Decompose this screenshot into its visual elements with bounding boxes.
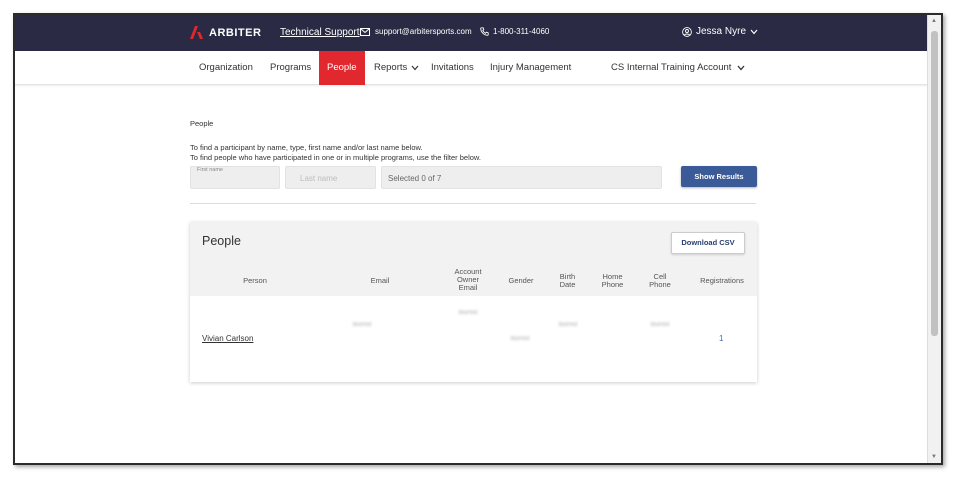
column-header-account-owner-email[interactable]: Account Owner Email bbox=[448, 268, 488, 292]
support-email[interactable]: support@arbitersports.com bbox=[360, 27, 472, 36]
registrations-link[interactable]: 1 bbox=[719, 334, 723, 343]
column-header-cell-phone[interactable]: Cell Phone bbox=[645, 273, 675, 289]
arbiter-logo[interactable]: ARBITER bbox=[190, 26, 261, 39]
column-header-gender[interactable]: Gender bbox=[501, 277, 541, 285]
show-results-button[interactable]: Show Results bbox=[681, 166, 757, 187]
program-filter-select[interactable]: Selected 0 of 7 bbox=[381, 166, 662, 189]
account-name: CS Internal Training Account bbox=[611, 62, 732, 73]
table-row: Vivian Carlson blurred blurred blurred b… bbox=[190, 296, 757, 382]
nav-programs[interactable]: Programs bbox=[270, 51, 311, 85]
email-cell: blurred bbox=[352, 322, 372, 328]
last-name-placeholder: Last name bbox=[300, 174, 338, 183]
support-phone[interactable]: 1-800-311-4060 bbox=[480, 27, 549, 36]
nav-invitations[interactable]: Invitations bbox=[431, 51, 474, 85]
section-divider bbox=[190, 203, 756, 204]
chevron-down-icon bbox=[750, 29, 758, 35]
nav-people[interactable]: People bbox=[319, 51, 365, 85]
mail-icon bbox=[360, 27, 370, 36]
nav-organization[interactable]: Organization bbox=[199, 51, 253, 85]
main-nav: Organization Programs People Reports Inv… bbox=[15, 51, 929, 85]
column-header-person[interactable]: Person bbox=[230, 277, 280, 285]
phone-icon bbox=[480, 27, 489, 36]
help-text-filter: To find people who have participated in … bbox=[190, 153, 482, 162]
user-name: Jessa Nyre bbox=[696, 26, 747, 37]
user-avatar-icon bbox=[682, 26, 692, 37]
top-bar: ARBITER Technical Support support@arbite… bbox=[15, 15, 929, 51]
people-card-title: People bbox=[202, 234, 241, 248]
gender-cell: blurred bbox=[510, 336, 530, 342]
people-card: People Download CSV Person Email Account… bbox=[190, 222, 757, 382]
column-header-email[interactable]: Email bbox=[355, 277, 405, 285]
vertical-scrollbar[interactable]: ▲ ▼ bbox=[927, 15, 941, 463]
birth-date-cell: blurred bbox=[558, 322, 578, 328]
account-owner-email-cell: blurred bbox=[458, 310, 478, 316]
help-text-name: To find a participant by name, type, fir… bbox=[190, 143, 423, 152]
cell-phone-cell: blurred bbox=[650, 322, 670, 328]
program-filter-value: Selected 0 of 7 bbox=[388, 174, 442, 183]
user-menu[interactable]: Jessa Nyre bbox=[682, 26, 758, 37]
first-name-label: First name bbox=[197, 167, 223, 173]
brand-name: ARBITER bbox=[209, 26, 262, 39]
nav-injury-management[interactable]: Injury Management bbox=[490, 51, 571, 85]
account-selector[interactable]: CS Internal Training Account bbox=[611, 51, 745, 85]
browser-frame: ARBITER Technical Support support@arbite… bbox=[13, 13, 943, 465]
column-header-birth-date[interactable]: Birth Date bbox=[555, 273, 580, 289]
nav-reports[interactable]: Reports bbox=[374, 51, 419, 85]
scrollbar-thumb[interactable] bbox=[931, 31, 938, 336]
column-header-home-phone[interactable]: Home Phone bbox=[595, 273, 630, 289]
chevron-down-icon bbox=[737, 65, 745, 71]
chevron-down-icon bbox=[411, 65, 419, 71]
last-name-field[interactable]: Last name bbox=[285, 166, 376, 189]
person-name-link[interactable]: Vivian Carlson bbox=[202, 334, 253, 343]
first-name-field[interactable]: First name bbox=[190, 166, 280, 189]
nav-reports-label: Reports bbox=[374, 62, 408, 73]
technical-support-link[interactable]: Technical Support bbox=[280, 27, 360, 38]
support-email-text: support@arbitersports.com bbox=[375, 27, 472, 36]
support-phone-text: 1-800-311-4060 bbox=[493, 27, 550, 36]
scroll-down-arrow-icon[interactable]: ▼ bbox=[931, 454, 937, 460]
arbiter-logo-icon bbox=[190, 26, 204, 39]
scroll-up-arrow-icon[interactable]: ▲ bbox=[931, 18, 937, 24]
breadcrumb: People bbox=[190, 119, 214, 128]
column-header-registrations[interactable]: Registrations bbox=[692, 277, 752, 285]
download-csv-button[interactable]: Download CSV bbox=[671, 232, 745, 254]
